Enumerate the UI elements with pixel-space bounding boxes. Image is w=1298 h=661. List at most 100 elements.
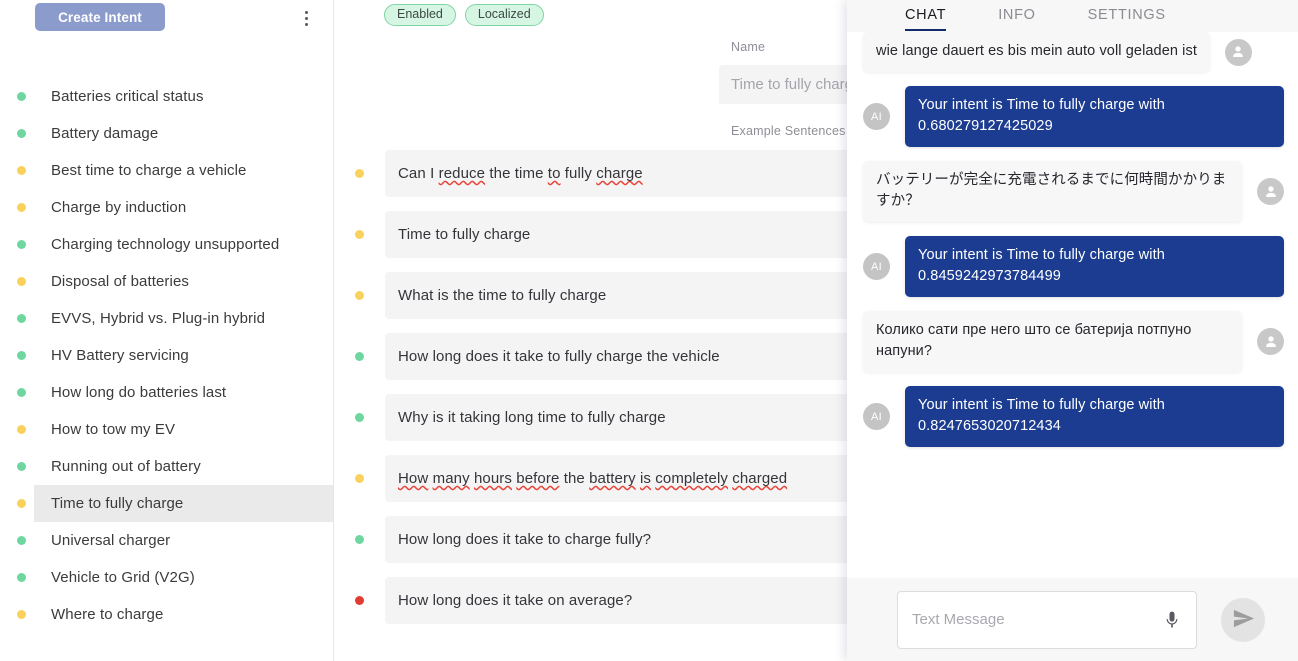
tab-chat[interactable]: CHAT: [879, 0, 972, 31]
sidebar-item-label: EVVS, Hybrid vs. Plug-in hybrid: [51, 308, 265, 329]
intent-row-content: Best time to charge a vehicle: [0, 160, 333, 181]
ai-avatar-icon: AI: [863, 253, 890, 280]
sidebar-item-vehicle-to-grid-v2g[interactable]: Vehicle to Grid (V2G): [0, 559, 333, 596]
sentence-fragment: the: [559, 470, 589, 487]
sentence-fragment: Time to fully charge: [398, 226, 530, 243]
status-dot-icon: [17, 314, 26, 323]
sidebar-item-evvs-hybrid-vs-plug-in-hybrid[interactable]: EVVS, Hybrid vs. Plug-in hybrid: [0, 300, 333, 337]
status-dot-icon: [17, 203, 26, 212]
microphone-icon[interactable]: [1162, 609, 1182, 631]
user-message-bubble: Колико сати пре него што се батерија пот…: [863, 311, 1242, 372]
example-sentence-field[interactable]: How long does it take on average?: [385, 577, 864, 624]
sidebar-item-how-to-tow-my-ev[interactable]: How to tow my EV: [0, 411, 333, 448]
example-sentence-row[interactable]: Can I reduce the time to fully charge: [334, 150, 864, 197]
example-sentence-row[interactable]: How long does it take to fully charge th…: [334, 333, 864, 380]
example-sentence-row[interactable]: Time to fully charge: [334, 211, 864, 258]
kebab-dot: [305, 23, 308, 26]
intent-list: Batteries critical status Battery damage B…: [0, 78, 333, 661]
sidebar-item-time-to-fully-charge[interactable]: Time to fully charge: [0, 485, 333, 522]
status-dot-icon: [17, 129, 26, 138]
message-input-wrapper[interactable]: [897, 591, 1197, 649]
sidebar-item-charge-by-induction[interactable]: Charge by induction: [0, 189, 333, 226]
sidebar-item-label: Vehicle to Grid (V2G): [51, 567, 195, 588]
sidebar-item-disposal-of-batteries[interactable]: Disposal of batteries: [0, 263, 333, 300]
kebab-dot: [305, 11, 308, 14]
example-sentence-field[interactable]: Time to fully charge: [385, 211, 864, 258]
tab-info[interactable]: INFO: [972, 0, 1061, 31]
kebab-menu-icon[interactable]: [297, 8, 315, 28]
spellcheck-word: reduce: [439, 165, 485, 182]
tab-settings[interactable]: SETTINGS: [1062, 0, 1192, 31]
send-icon: [1232, 607, 1255, 633]
example-sentence-field[interactable]: How long does it take to fully charge th…: [385, 333, 864, 380]
example-sentence-text: Can I reduce the time to fully charge: [398, 165, 643, 182]
example-sentence-text: What is the time to fully charge: [398, 287, 606, 304]
sidebar-item-best-time-to-charge-a-vehicle[interactable]: Best time to charge a vehicle: [0, 152, 333, 189]
example-sentence-field[interactable]: Why is it taking long time to fully char…: [385, 394, 864, 441]
sidebar-item-label: How long do batteries last: [51, 382, 226, 403]
sidebar-item-label: Universal charger: [51, 530, 170, 551]
example-sentence-text: Time to fully charge: [398, 226, 530, 243]
example-sentences-label: Example Sentences: [731, 124, 846, 138]
sidebar-item-hv-battery-servicing[interactable]: HV Battery servicing: [0, 337, 333, 374]
sidebar-item-where-to-charge[interactable]: Where to charge: [0, 596, 333, 633]
status-dot-icon: [17, 351, 26, 360]
sidebar-item-label: Charge by induction: [51, 197, 186, 218]
status-dot-icon: [355, 291, 364, 300]
intent-name-input[interactable]: [719, 65, 864, 104]
spellcheck-word: How: [398, 470, 428, 487]
bot-message-row: Your intent is Time to fully charge with…: [847, 386, 1298, 447]
user-message-row: wie lange dauert es bis mein auto voll g…: [847, 32, 1298, 72]
sidebar-item-label: Where to charge: [51, 604, 163, 625]
status-dot-icon: [355, 596, 364, 605]
intent-row-content: How to tow my EV: [0, 419, 333, 440]
example-sentence-row[interactable]: Why is it taking long time to fully char…: [334, 394, 864, 441]
send-button[interactable]: [1221, 598, 1265, 642]
sidebar-item-running-out-of-battery[interactable]: Running out of battery: [0, 448, 333, 485]
sidebar-item-label: Disposal of batteries: [51, 271, 189, 292]
sidebar-item-charging-technology-unsupported[interactable]: Charging technology unsupported: [0, 226, 333, 263]
intent-row-content: Charge by induction: [0, 197, 333, 218]
status-dot-icon: [355, 352, 364, 361]
status-dot-icon: [17, 536, 26, 545]
intent-row-content: Disposal of batteries: [0, 271, 333, 292]
spellcheck-word: charged: [732, 470, 787, 487]
sidebar-item-how-long-do-batteries-last[interactable]: How long do batteries last: [0, 374, 333, 411]
intent-detail-panel: EnabledLocalized Name Example Sentences …: [334, 0, 864, 661]
example-sentence-field[interactable]: How long does it take to charge fully?: [385, 516, 864, 563]
status-dot-icon: [355, 230, 364, 239]
chat-message-list[interactable]: wie lange dauert es bis mein auto voll g…: [847, 32, 1298, 578]
example-sentence-row[interactable]: How long does it take to charge fully?: [334, 516, 864, 563]
example-sentence-text: How long does it take on average?: [398, 592, 632, 609]
intent-row-content: Batteries critical status: [0, 86, 333, 107]
status-dot-icon: [17, 388, 26, 397]
intent-row-content: EVVS, Hybrid vs. Plug-in hybrid: [0, 308, 333, 329]
intent-row-content: How long do batteries last: [0, 382, 333, 403]
sentence-fragment: fully: [561, 165, 597, 182]
bot-message-bubble: Your intent is Time to fully charge with…: [905, 386, 1284, 447]
example-sentence-field[interactable]: How many hours before the battery is com…: [385, 455, 864, 502]
example-sentence-row[interactable]: What is the time to fully charge: [334, 272, 864, 319]
sidebar-item-batteries-critical-status[interactable]: Batteries critical status: [0, 78, 333, 115]
message-input[interactable]: [912, 611, 1162, 628]
intent-row-content: Running out of battery: [0, 456, 333, 477]
sidebar-item-label: Best time to charge a vehicle: [51, 160, 247, 181]
name-field-label: Name: [731, 40, 765, 54]
spellcheck-word: completely: [655, 470, 728, 487]
example-sentence-row[interactable]: How long does it take on average?: [334, 577, 864, 624]
sidebar-item-universal-charger[interactable]: Universal charger: [0, 522, 333, 559]
user-message-row: Колико сати пре него што се батерија пот…: [847, 311, 1298, 372]
example-sentence-field[interactable]: Can I reduce the time to fully charge: [385, 150, 864, 197]
example-sentence-row[interactable]: How many hours before the battery is com…: [334, 455, 864, 502]
create-intent-button[interactable]: Create Intent: [35, 3, 165, 31]
spellcheck-word: to: [548, 165, 561, 182]
intent-row-content: Where to charge: [0, 604, 333, 625]
sidebar-item-battery-damage[interactable]: Battery damage: [0, 115, 333, 152]
sidebar-item-label: Time to fully charge: [51, 493, 183, 514]
sidebar-item-label: Battery damage: [51, 123, 158, 144]
app-root: Create Intent Batteries critical statusB…: [0, 0, 1298, 661]
sidebar-item-label: How to tow my EV: [51, 419, 175, 440]
sidebar-item-label: Batteries critical status: [51, 86, 204, 107]
example-sentence-field[interactable]: What is the time to fully charge: [385, 272, 864, 319]
spellcheck-word: is: [640, 470, 651, 487]
